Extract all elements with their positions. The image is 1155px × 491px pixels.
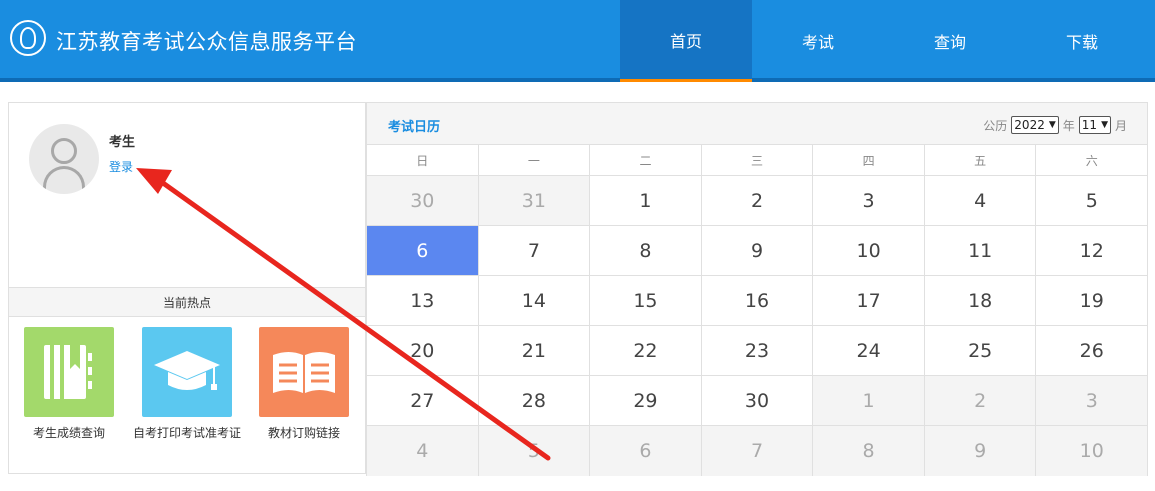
annotation-arrow-icon [136, 168, 551, 461]
